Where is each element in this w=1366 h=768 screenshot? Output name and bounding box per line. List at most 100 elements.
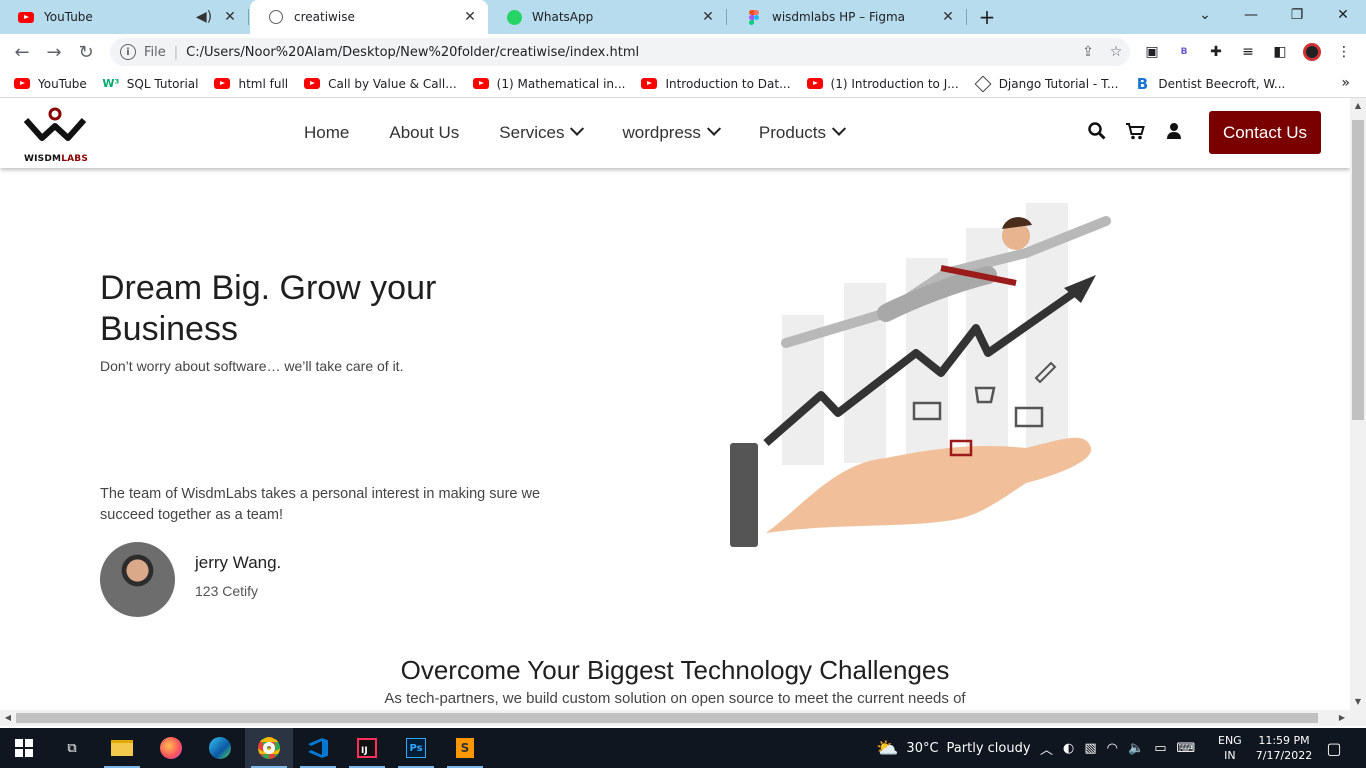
hero-team-text: The team of WisdmLabs takes a personal i… bbox=[100, 486, 541, 523]
sublime-text-icon[interactable]: S bbox=[441, 728, 489, 768]
bookmark-sql-tutorial[interactable]: W³ SQL Tutorial bbox=[102, 76, 198, 92]
bookmark-intro-data[interactable]: Introduction to Dat... bbox=[641, 76, 791, 92]
vscode-icon[interactable] bbox=[294, 728, 342, 768]
youtube-icon bbox=[18, 9, 34, 25]
forward-button[interactable]: → bbox=[42, 40, 66, 64]
nav-home[interactable]: Home bbox=[304, 123, 349, 143]
logo-accent-text: LABS bbox=[61, 154, 89, 164]
nav-services[interactable]: Services bbox=[499, 121, 585, 143]
close-icon[interactable]: ✕ bbox=[222, 9, 238, 25]
tab-youtube[interactable]: YouTube ◀) ✕ bbox=[0, 0, 248, 34]
capture-icon[interactable]: ▧ bbox=[1084, 741, 1096, 756]
scroll-thumb[interactable] bbox=[1352, 120, 1364, 420]
youtube-icon bbox=[14, 76, 30, 92]
nav-about-us[interactable]: About Us bbox=[389, 123, 459, 143]
section-subtitle: As tech-partners, we build custom soluti… bbox=[384, 690, 966, 707]
bookmark-django[interactable]: Django Tutorial - T... bbox=[974, 75, 1118, 92]
person-name: jerry Wang. bbox=[195, 553, 282, 572]
reload-button[interactable]: ↻ bbox=[74, 40, 98, 64]
profile-avatar-icon[interactable] bbox=[1302, 42, 1322, 62]
bookmark-html-full[interactable]: html full bbox=[214, 76, 288, 92]
close-icon[interactable]: ✕ bbox=[462, 9, 478, 25]
bookmark-mathematical[interactable]: (1) Mathematical in... bbox=[472, 76, 625, 92]
restore-button[interactable]: ❐ bbox=[1274, 0, 1320, 30]
bookmark-call-by-value[interactable]: Call by Value & Call... bbox=[304, 76, 457, 92]
nav-wordpress[interactable]: wordpress bbox=[622, 121, 721, 143]
weather-desc: Partly cloudy bbox=[946, 740, 1031, 756]
youtube-icon bbox=[472, 76, 489, 92]
user-icon[interactable] bbox=[1163, 120, 1185, 142]
search-icon[interactable] bbox=[1086, 120, 1108, 142]
contact-us-button[interactable]: Contact Us bbox=[1209, 111, 1321, 154]
tab-title: creatiwise bbox=[294, 10, 355, 24]
hero-illustration bbox=[730, 203, 1111, 547]
scroll-left-arrow[interactable]: ◀ bbox=[0, 710, 16, 726]
django-icon bbox=[974, 75, 992, 92]
meet-now-icon[interactable]: ◐ bbox=[1063, 741, 1074, 756]
close-icon[interactable]: ✕ bbox=[940, 9, 956, 25]
scroll-right-arrow[interactable]: ▶ bbox=[1334, 710, 1350, 726]
bookmark-dentist[interactable]: B Dentist Beecroft, W... bbox=[1134, 75, 1286, 93]
tab-search-chevron-icon[interactable]: ⌄ bbox=[1182, 0, 1228, 30]
scroll-down-arrow[interactable]: ▼ bbox=[1350, 694, 1366, 710]
media-controls-icon[interactable]: ≡ bbox=[1238, 42, 1258, 62]
section-title: Overcome Your Biggest Technology Challen… bbox=[400, 655, 950, 685]
menu-kebab-icon[interactable]: ⋮ bbox=[1334, 42, 1354, 62]
keyboard-icon[interactable]: ⌨ bbox=[1176, 741, 1195, 756]
firefox-icon[interactable] bbox=[147, 728, 195, 768]
windows-taskbar: ⧉ IJ Ps S ⛅ 30°C Partly cloudy ︿ ◐ ▧ ◠ 🔈… bbox=[0, 728, 1366, 768]
edge-icon[interactable] bbox=[196, 728, 244, 768]
url-text[interactable]: C:/Users/Noor%20Alam/Desktop/New%20folde… bbox=[186, 45, 1074, 60]
picture-in-picture-icon[interactable]: ▣ bbox=[1142, 42, 1162, 62]
bookmark-intro-j[interactable]: (1) Introduction to J... bbox=[806, 76, 959, 92]
close-icon[interactable]: ✕ bbox=[700, 9, 716, 25]
file-explorer-icon[interactable] bbox=[98, 728, 146, 768]
tab-whatsapp[interactable]: WhatsApp ✕ bbox=[488, 0, 726, 34]
nav-products[interactable]: Products bbox=[759, 121, 847, 143]
scroll-up-arrow[interactable]: ▲ bbox=[1350, 98, 1366, 114]
speaker-muted-icon[interactable]: ◀) bbox=[196, 9, 212, 25]
task-view-icon[interactable]: ⧉ bbox=[48, 728, 96, 768]
bookmark-youtube[interactable]: YouTube bbox=[14, 76, 87, 92]
battery-icon[interactable]: ▭ bbox=[1154, 741, 1166, 756]
back-button[interactable]: ← bbox=[10, 40, 34, 64]
wifi-icon[interactable]: ◠ bbox=[1107, 741, 1118, 756]
start-button[interactable] bbox=[0, 728, 48, 768]
volume-icon[interactable]: 🔈 bbox=[1128, 741, 1144, 756]
vertical-scrollbar[interactable]: ▲ ▼ bbox=[1350, 98, 1366, 726]
cart-icon[interactable] bbox=[1124, 120, 1146, 142]
tab-creatiwise[interactable]: creatiwise ✕ bbox=[250, 0, 488, 34]
address-bar[interactable]: i File | C:/Users/Noor%20Alam/Desktop/Ne… bbox=[110, 38, 1130, 66]
tab-figma[interactable]: wisdmlabs HP – Figma ✕ bbox=[728, 0, 966, 34]
divider: | bbox=[173, 44, 179, 60]
scroll-thumb[interactable] bbox=[16, 713, 1318, 723]
notifications-icon[interactable]: ▢ bbox=[1322, 728, 1346, 768]
side-panel-icon[interactable]: ◧ bbox=[1270, 42, 1290, 62]
chrome-icon[interactable] bbox=[245, 728, 293, 768]
minimize-button[interactable]: — bbox=[1228, 0, 1274, 30]
photoshop-icon[interactable]: Ps bbox=[392, 728, 440, 768]
language-indicator[interactable]: ENG IN bbox=[1218, 728, 1242, 768]
info-icon[interactable]: i bbox=[120, 44, 136, 60]
tab-strip: YouTube ◀) ✕ creatiwise ✕ WhatsApp ✕ wis… bbox=[0, 0, 1366, 34]
more-bookmarks-icon[interactable]: » bbox=[1341, 75, 1350, 91]
chevron-down-icon bbox=[570, 121, 585, 136]
clock-time: 11:59 PM bbox=[1258, 734, 1310, 747]
tab-title: WhatsApp bbox=[532, 10, 594, 24]
clock[interactable]: 11:59 PM 7/17/2022 bbox=[1254, 728, 1314, 768]
tab-separator bbox=[966, 9, 967, 25]
bookmark-label: (1) Introduction to J... bbox=[830, 76, 959, 91]
new-tab-button[interactable]: + bbox=[976, 6, 998, 28]
weather-widget[interactable]: ⛅ 30°C Partly cloudy bbox=[876, 728, 1031, 768]
close-window-button[interactable]: ✕ bbox=[1320, 0, 1366, 30]
extension-b-icon[interactable]: B bbox=[1174, 42, 1194, 62]
page-viewport: WISDMLABS Home About Us Services wordpre… bbox=[0, 98, 1350, 710]
tab-title: wisdmlabs HP – Figma bbox=[772, 10, 905, 24]
share-icon[interactable]: ⇪ bbox=[1074, 44, 1102, 60]
chevron-up-icon[interactable]: ︿ bbox=[1040, 739, 1053, 758]
horizontal-scrollbar[interactable]: ◀ ▶ bbox=[0, 710, 1350, 726]
bookmark-star-icon[interactable]: ☆ bbox=[1102, 44, 1130, 60]
tab-title: YouTube bbox=[44, 10, 93, 24]
extensions-puzzle-icon[interactable]: ✚ bbox=[1206, 42, 1226, 62]
intellij-icon[interactable]: IJ bbox=[343, 728, 391, 768]
